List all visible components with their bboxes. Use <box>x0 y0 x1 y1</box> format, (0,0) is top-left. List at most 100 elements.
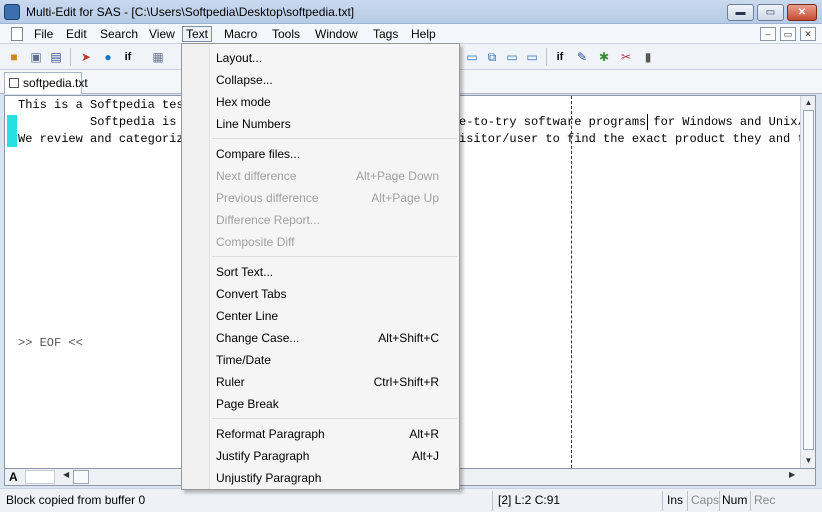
status-separator <box>687 491 688 511</box>
menu-macro[interactable]: Macro <box>221 26 260 42</box>
menu-item-line-numbers[interactable]: Line Numbers <box>182 113 459 135</box>
menu-item-justify-paragraph[interactable]: Justify Paragraph Alt+J <box>182 445 459 467</box>
num-indicator: Num <box>722 493 748 507</box>
editor-line-3-tail: isitor/user to find the exact product th… <box>459 132 812 146</box>
column-guide <box>571 96 572 468</box>
menu-tools[interactable]: Tools <box>269 26 303 42</box>
menu-item-unjustify-paragraph[interactable]: Unjustify Paragraph <box>182 467 459 489</box>
status-separator <box>492 491 493 511</box>
document-icon[interactable] <box>11 27 23 41</box>
eof-marker: >> EOF << <box>18 336 83 350</box>
rec-indicator: Rec <box>754 493 776 507</box>
maximize-button[interactable]: ▭ <box>757 4 784 21</box>
panel-icon[interactable]: ▭ <box>524 49 540 65</box>
scroll-right-arrow[interactable]: ▶ <box>789 470 795 479</box>
app-icon[interactable] <box>4 4 20 20</box>
title-bar: Multi-Edit for SAS - [C:\Users\Softpedia… <box>0 0 822 24</box>
menu-item-next-difference[interactable]: Next difference Alt+Page Down <box>182 165 459 187</box>
mdi-restore-button[interactable]: ▭ <box>780 27 796 41</box>
text-menu-dropdown: Layout... Collapse... Hex mode Line Numb… <box>181 43 460 490</box>
shortcut-label: Alt+J <box>411 449 439 463</box>
scroll-left-arrow[interactable]: ◀ <box>63 470 69 479</box>
if-check-icon[interactable]: if <box>552 49 568 65</box>
caps-indicator: Caps <box>691 493 720 507</box>
menu-item-center-line[interactable]: Center Line <box>182 305 459 327</box>
edit-mode-indicator[interactable]: A <box>9 470 18 484</box>
menu-item-page-break[interactable]: Page Break <box>182 393 459 415</box>
run-icon[interactable]: ➤ <box>78 49 94 65</box>
menu-search[interactable]: Search <box>97 26 141 42</box>
close-button[interactable]: ✕ <box>787 4 817 21</box>
menu-view[interactable]: View <box>146 26 178 42</box>
cursor-position: [2] L:2 C:91 <box>498 493 561 507</box>
menu-separator <box>212 256 457 257</box>
status-separator <box>719 491 720 511</box>
menu-item-compare-files[interactable]: Compare files... <box>182 143 459 165</box>
minimize-button[interactable]: ▬ <box>727 4 754 21</box>
gutter-marker <box>7 131 17 147</box>
toolbar-separator <box>546 48 547 66</box>
shortcut-label: Alt+Page Down <box>355 169 439 183</box>
save-icon[interactable]: ▣ <box>28 49 44 65</box>
menu-item-sort-text[interactable]: Sort Text... <box>182 261 459 283</box>
menu-item-time-date[interactable]: Time/Date <box>182 349 459 371</box>
shortcut-label: Alt+Page Up <box>371 191 439 205</box>
mdi-minimize-button[interactable]: – <box>760 27 776 41</box>
save-all-icon[interactable]: ▤ <box>48 49 64 65</box>
menu-item-composite-diff[interactable]: Composite Diff <box>182 231 459 253</box>
editor-line-3: We review and categoriz <box>18 132 184 146</box>
menu-help[interactable]: Help <box>408 26 439 42</box>
menu-tags[interactable]: Tags <box>370 26 401 42</box>
tile-icon[interactable]: ⧉ <box>484 49 500 65</box>
menu-item-previous-difference[interactable]: Previous difference Alt+Page Up <box>182 187 459 209</box>
cascade-icon[interactable]: ▭ <box>504 49 520 65</box>
scroll-thumb[interactable] <box>803 110 814 450</box>
menu-item-hex-mode[interactable]: Hex mode <box>182 91 459 113</box>
bookmark-icon[interactable]: ✂ <box>618 49 634 65</box>
scroll-up-arrow[interactable]: ▲ <box>801 96 815 110</box>
menu-item-collapse[interactable]: Collapse... <box>182 69 459 91</box>
tab-softpedia-txt[interactable]: softpedia.txt <box>4 72 88 94</box>
menu-separator <box>212 418 457 419</box>
gutter-marker <box>7 115 17 131</box>
shortcut-label: Alt+Shift+C <box>378 331 439 345</box>
menu-item-change-case[interactable]: Change Case... Alt+Shift+C <box>182 327 459 349</box>
vertical-scrollbar[interactable]: ▲ ▼ <box>800 96 815 468</box>
scroll-down-arrow[interactable]: ▼ <box>801 454 815 468</box>
insert-indicator: Ins <box>667 493 684 507</box>
horizontal-scroll-thumb[interactable] <box>73 470 89 484</box>
status-separator <box>662 491 663 511</box>
menu-edit[interactable]: Edit <box>63 26 90 42</box>
menu-item-ruler[interactable]: Ruler Ctrl+Shift+R <box>182 371 459 393</box>
search-abc-icon[interactable]: ✎ <box>574 49 590 65</box>
file-icon <box>9 78 19 88</box>
menu-window[interactable]: Window <box>312 26 361 42</box>
menu-bar: File Edit Search View Text Macro Tools W… <box>0 24 822 44</box>
window-icon[interactable]: ▭ <box>464 49 480 65</box>
window-title: Multi-Edit for SAS - [C:\Users\Softpedia… <box>26 5 355 19</box>
menu-text[interactable]: Text <box>182 26 213 42</box>
text-caret <box>647 114 648 130</box>
tool-icon[interactable]: ✱ <box>596 49 612 65</box>
tab-label: softpedia.txt <box>23 76 88 90</box>
open-folder-icon[interactable]: ■ <box>6 49 22 65</box>
toolbar-separator <box>70 48 71 66</box>
compile-icon[interactable]: ▦ <box>150 49 166 65</box>
editor-line-2: Softpedia is <box>18 115 177 129</box>
editor-line-2-tail: e-to-try software programs for Windows a… <box>459 115 812 129</box>
shortcut-label: Ctrl+Shift+R <box>373 375 439 389</box>
mode-box <box>25 470 55 484</box>
status-message: Block copied from buffer 0 <box>6 493 146 507</box>
menu-item-layout[interactable]: Layout... <box>182 47 459 69</box>
mdi-close-button[interactable]: ✕ <box>800 27 816 41</box>
menu-item-reformat-paragraph[interactable]: Reformat Paragraph Alt+R <box>182 423 459 445</box>
menu-file[interactable]: File <box>31 26 56 42</box>
if-icon[interactable]: if <box>120 49 136 65</box>
menu-item-convert-tabs[interactable]: Convert Tabs <box>182 283 459 305</box>
globe-icon[interactable]: ● <box>100 49 116 65</box>
shortcut-label: Alt+R <box>409 427 439 441</box>
editor-line-1: This is a Softpedia test <box>18 98 191 112</box>
status-bar: Block copied from buffer 0 [2] L:2 C:91 … <box>0 488 822 512</box>
menu-item-difference-report[interactable]: Difference Report... <box>182 209 459 231</box>
block-icon[interactable]: ▮ <box>640 49 656 65</box>
